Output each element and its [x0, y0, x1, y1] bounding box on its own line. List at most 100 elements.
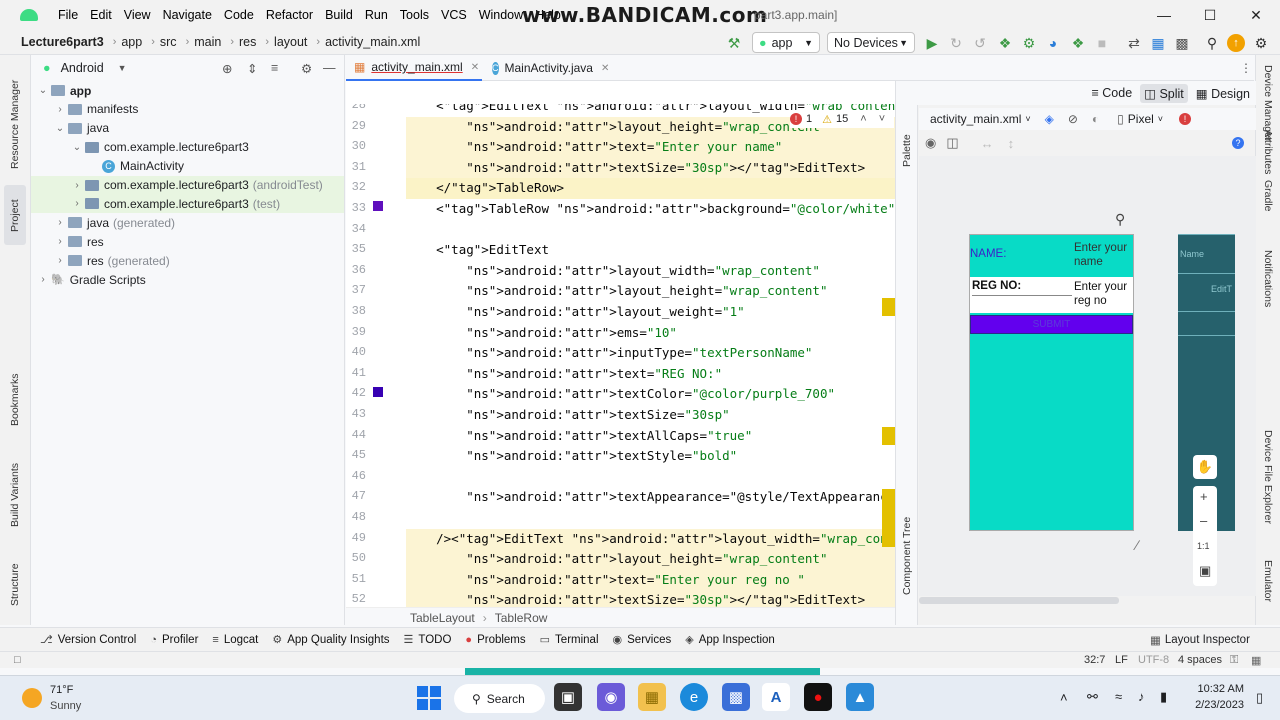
code-line[interactable]: "ns">android:"attr">textSize="30sp"></"t… — [406, 157, 895, 179]
close-tab-icon[interactable]: ✕ — [471, 62, 479, 73]
stop-icon[interactable]: ■ — [1092, 33, 1112, 53]
rerun-icon[interactable]: ↻ — [946, 33, 966, 53]
code-line[interactable]: "ns">android:"attr">text="REG NO:" — [406, 364, 895, 385]
tool-profiler[interactable]: ◔ Profiler — [150, 634, 198, 646]
chevron-right-icon[interactable]: › — [35, 274, 51, 285]
tree-item[interactable]: C MainActivity — [86, 157, 184, 176]
menu-code[interactable]: Code — [218, 8, 260, 22]
error-icon[interactable]: ! — [1179, 113, 1192, 125]
search-icon[interactable]: ⚲ — [1202, 33, 1222, 53]
menu-navigate[interactable]: Navigate — [157, 8, 218, 22]
expand-all-icon[interactable]: ⇕ — [247, 61, 257, 76]
chevron-down-icon[interactable]: ⌄ — [35, 85, 51, 96]
close-tab-icon[interactable]: ✕ — [601, 63, 609, 74]
night-mode-icon[interactable]: ◐ — [1092, 112, 1099, 126]
chevron-right-icon[interactable]: › — [69, 198, 85, 209]
code-line[interactable]: /><"tag">EditText "ns">android:"attr">la… — [406, 528, 895, 550]
wifi-icon[interactable]: ≈ — [1115, 689, 1122, 704]
collapse-all-icon[interactable]: ≡ — [271, 61, 278, 75]
device-preview-select[interactable]: Pixel — [1128, 112, 1154, 126]
chevron-down-icon[interactable]: ▼ — [118, 63, 127, 73]
teams-icon[interactable]: ◉ — [597, 683, 625, 711]
palette-tab[interactable]: Palette — [901, 117, 913, 167]
tree-item[interactable]: › com.example.lecture6part3 (androidTest) — [31, 175, 344, 195]
menu-window[interactable]: Window — [473, 8, 529, 22]
tool-app-quality-insights[interactable]: ⚙ App Quality Insights — [272, 633, 389, 647]
gradle-tab[interactable]: Gradle — [1262, 180, 1274, 230]
bandicam-icon[interactable]: ● — [804, 683, 832, 711]
hide-icon[interactable]: — — [323, 61, 336, 75]
code-line[interactable]: "ns">android:"attr">ems="10" — [406, 323, 895, 344]
crumb-item[interactable]: main — [194, 35, 221, 49]
sun-icon[interactable] — [22, 688, 42, 708]
sdk-manager-icon[interactable]: ▩ — [1172, 33, 1192, 53]
tree-item[interactable]: ⌄ java — [52, 119, 109, 138]
code-line[interactable]: "ns">android:"attr">text="Enter your nam… — [406, 137, 895, 158]
code-mode-button[interactable]: ≡ Code — [1091, 86, 1132, 100]
taskbar-search[interactable]: ⚲ Search — [454, 684, 545, 713]
menu-edit[interactable]: Edit — [84, 8, 118, 22]
locate-icon[interactable]: ⊕ — [222, 61, 232, 76]
menu-refactor[interactable]: Refactor — [260, 8, 319, 22]
horizontal-resize-icon[interactable]: ↔ — [981, 136, 994, 151]
tree-item[interactable]: › 🐘 Gradle Scripts — [35, 270, 145, 289]
update-icon[interactable]: ↑ — [1227, 34, 1245, 52]
attach-debugger-icon[interactable]: ◕ — [1043, 33, 1063, 53]
more-tabs-icon[interactable]: ⋮ — [1240, 61, 1252, 75]
next-highlight-icon[interactable]: ˅ — [879, 113, 885, 125]
weather-temp[interactable]: 71°F — [50, 684, 73, 696]
weather-desc[interactable]: Sunny — [50, 700, 81, 712]
windows-start-icon[interactable] — [417, 686, 441, 710]
zoom-out-icon[interactable]: – — [1200, 513, 1207, 528]
settings-gear-icon[interactable]: ⚙ — [1251, 33, 1271, 53]
chevron-down-icon[interactable]: ⌄ — [52, 123, 68, 134]
lock-icon[interactable]: ⚿ — [1230, 654, 1238, 667]
resize-handle-icon[interactable]: ∕ — [1136, 537, 1138, 553]
resource-manager-tab[interactable]: Resource Manager — [9, 69, 21, 179]
tool-problems[interactable]: ● Problems — [465, 634, 525, 646]
code-line[interactable]: "ns">android:"attr">layout_height="wrap_… — [406, 549, 895, 570]
code-line[interactable]: "ns">android:"attr">layout_width="wrap_c… — [406, 261, 895, 282]
menu-file[interactable]: File — [52, 8, 84, 22]
code-line[interactable]: <"tag">TableRow "ns">android:"attr">back… — [406, 199, 895, 220]
crumb-item[interactable]: src — [160, 35, 177, 49]
crumb-item[interactable]: layout — [274, 35, 307, 49]
horizontal-scrollbar[interactable] — [919, 597, 1119, 604]
menu-view[interactable]: View — [118, 8, 157, 22]
code-line[interactable]: "ns">android:"attr">layout_height="wrap_… — [406, 281, 895, 302]
menu-vcs[interactable]: VCS — [435, 8, 473, 22]
tab-main-activity[interactable]: C MainActivity.java ✕ — [484, 55, 616, 81]
blueprint-icon[interactable]: ◫ — [946, 135, 958, 151]
crumb-tablerow[interactable]: TableRow — [495, 611, 548, 625]
code-line[interactable]: "ns">android:"attr">textSize="30sp"></"t… — [406, 590, 895, 607]
tree-item[interactable]: › manifests — [52, 100, 138, 119]
phone-preview[interactable]: NAME: Enter your name REG NO: Enter your… — [969, 234, 1134, 531]
chevron-right-icon[interactable]: › — [69, 180, 85, 191]
task-view-icon[interactable]: ▣ — [554, 683, 582, 711]
chevron-right-icon[interactable]: › — [52, 255, 68, 266]
hammer-icon[interactable]: ⚒ — [724, 33, 744, 53]
code-editor[interactable]: 28 <"tag">EditText "ns">android:"attr">l… — [346, 104, 895, 607]
color-swatch-white[interactable] — [373, 201, 383, 211]
apply-changes-icon[interactable]: ↺ — [970, 33, 990, 53]
minimize-button[interactable]: — — [1141, 0, 1187, 30]
code-line[interactable] — [406, 508, 895, 529]
structure-tab[interactable]: Structure — [9, 555, 21, 615]
vertical-resize-icon[interactable]: ↕ — [1008, 136, 1015, 151]
gear-icon[interactable]: ⚙ — [301, 61, 312, 76]
bookmarks-tab[interactable]: Bookmarks — [9, 365, 21, 435]
code-line[interactable]: "ns">android:"attr">textColor="@color/pu… — [406, 384, 895, 405]
tab-activity-main[interactable]: ▦ activity_main.xml ✕ — [346, 55, 482, 81]
maximize-button[interactable]: ☐ — [1187, 0, 1233, 30]
run-icon[interactable]: ▶ — [922, 33, 942, 53]
menu-run[interactable]: Run — [359, 8, 394, 22]
caret-position[interactable]: 32:7 — [1084, 654, 1105, 666]
zoom-fit-icon[interactable]: ▣ — [1199, 563, 1211, 579]
tree-item[interactable]: ⌄ app — [35, 81, 92, 100]
battery-icon[interactable]: ▮ — [1160, 689, 1167, 705]
crumb-item[interactable]: Lecture6part3 — [21, 35, 104, 49]
crumb-item[interactable]: activity_main.xml — [325, 35, 420, 49]
line-separator[interactable]: LF — [1115, 654, 1128, 666]
debug-icon[interactable]: ❖ — [995, 33, 1015, 53]
zoom-actual-size[interactable]: 1:1 — [1197, 541, 1210, 551]
